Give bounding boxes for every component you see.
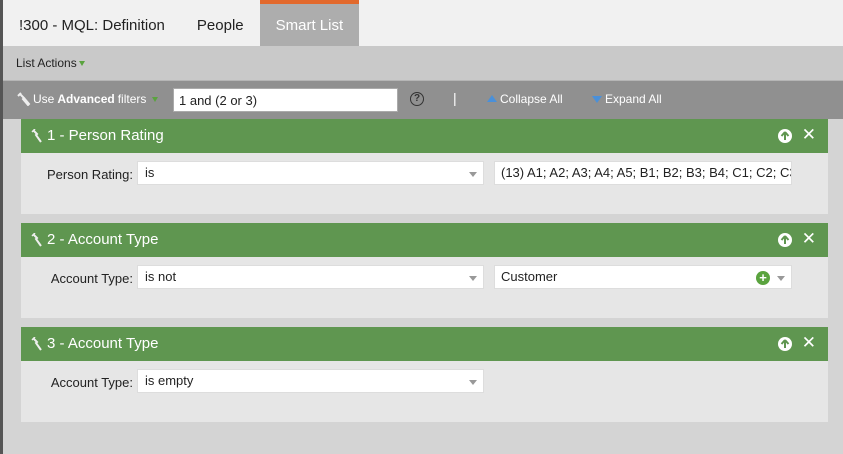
filter-toolbar: Use Advanced filters ? | Collapse All Ex… [3, 81, 843, 119]
filter-card: 1 - Person Rating ✕ Person Rating: is (1… [21, 119, 828, 214]
filter-title: 2 - Account Type [47, 231, 159, 248]
filter-card: 2 - Account Type ✕ Account Type: is not … [21, 223, 828, 318]
operator-select[interactable]: is not [137, 265, 484, 289]
expand-all-button[interactable]: Expand All [592, 92, 662, 106]
toolbar-separator: | [453, 90, 457, 106]
operator-value: is not [145, 269, 177, 284]
field-label: Account Type: [50, 271, 133, 286]
value-field[interactable]: (13) A1; A2; A3; A4; A5; B1; B2; B3; B4;… [494, 161, 792, 185]
plus-circle-icon[interactable]: + [756, 271, 770, 285]
wrench-icon [31, 233, 42, 247]
chevron-down-icon [469, 380, 477, 385]
chevron-down-icon [152, 96, 159, 102]
arrow-up-circle-icon[interactable] [778, 337, 792, 351]
operator-value: is empty [145, 373, 194, 388]
operator-select[interactable]: is empty [137, 369, 484, 393]
arrow-up-circle-icon[interactable] [778, 233, 792, 247]
filter-logic-input[interactable] [173, 88, 398, 112]
chevron-down-icon [469, 172, 477, 177]
wrench-icon [17, 92, 31, 106]
expand-all-label: Expand All [605, 92, 662, 106]
tab-mql-definition[interactable]: !300 - MQL: Definition [3, 0, 181, 46]
value-select[interactable]: Customer + [494, 265, 792, 289]
filters-label: filters [117, 92, 147, 106]
close-icon[interactable]: ✕ [802, 229, 816, 249]
close-icon[interactable]: ✕ [802, 333, 816, 353]
collapse-all-button[interactable]: Collapse All [487, 92, 563, 106]
collapse-all-label: Collapse All [500, 92, 563, 106]
wrench-icon [31, 129, 42, 143]
chevron-down-icon [78, 61, 85, 67]
arrow-up-circle-icon[interactable] [778, 129, 792, 143]
triangle-up-icon [487, 95, 497, 102]
use-label: Use [33, 92, 55, 106]
chevron-down-icon [469, 276, 477, 281]
filter-card: 3 - Account Type ✕ Account Type: is empt… [21, 327, 828, 422]
filter-header[interactable]: 1 - Person Rating ✕ [21, 119, 828, 153]
filter-header[interactable]: 2 - Account Type ✕ [21, 223, 828, 257]
close-icon[interactable]: ✕ [802, 125, 816, 145]
tab-people[interactable]: People [181, 0, 260, 46]
tab-bar: !300 - MQL: Definition People Smart List [3, 0, 843, 46]
tab-smart-list[interactable]: Smart List [259, 0, 360, 46]
filter-title: 3 - Account Type [47, 335, 159, 352]
help-icon[interactable]: ? [410, 92, 424, 106]
smart-list-canvas: 1 - Person Rating ✕ Person Rating: is (1… [3, 119, 843, 454]
chevron-down-icon [777, 276, 785, 281]
operator-value: is [145, 165, 155, 180]
field-label: Person Rating: [47, 167, 133, 182]
list-actions-bar: List Actions [3, 46, 843, 81]
advanced-label: Advanced [57, 92, 115, 106]
operator-select[interactable]: is [137, 161, 484, 185]
advanced-filters-toggle[interactable]: Use Advanced filters [17, 92, 159, 106]
wrench-icon [31, 337, 42, 351]
triangle-down-icon [592, 96, 602, 103]
field-label: Account Type: [50, 375, 133, 390]
value-text: (13) A1; A2; A3; A4; A5; B1; B2; B3; B4;… [501, 165, 792, 180]
list-actions-label: List Actions [16, 56, 77, 70]
value-text: Customer [501, 269, 558, 284]
filter-header[interactable]: 3 - Account Type ✕ [21, 327, 828, 361]
list-actions-menu[interactable]: List Actions [16, 56, 85, 70]
filter-title: 1 - Person Rating [47, 127, 164, 144]
